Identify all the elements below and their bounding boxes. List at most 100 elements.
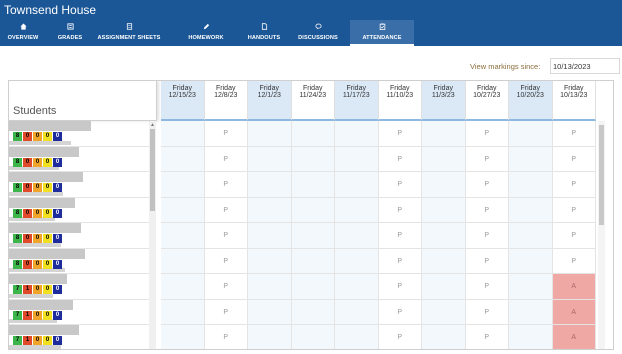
- attendance-cell[interactable]: P: [552, 121, 596, 147]
- tab-overview[interactable]: OVERVIEW: [0, 20, 46, 46]
- attendance-cell[interactable]: [248, 248, 292, 274]
- student-row[interactable]: 71000: [9, 299, 149, 325]
- attendance-cell[interactable]: P: [204, 121, 248, 147]
- attendance-cell[interactable]: P: [204, 274, 248, 300]
- attendance-cell[interactable]: [161, 299, 205, 325]
- attendance-cell[interactable]: [422, 299, 466, 325]
- attendance-cell[interactable]: [509, 325, 553, 349]
- attendance-cell[interactable]: [509, 146, 553, 172]
- attendance-cell[interactable]: P: [204, 223, 248, 249]
- scrollbar-thumb[interactable]: [150, 129, 155, 211]
- attendance-cell[interactable]: P: [378, 223, 422, 249]
- attendance-cell[interactable]: P: [378, 299, 422, 325]
- attendance-cell[interactable]: A: [552, 299, 596, 325]
- attendance-cell[interactable]: P: [204, 299, 248, 325]
- attendance-cell[interactable]: P: [205, 325, 248, 349]
- attendance-cell[interactable]: [335, 197, 379, 223]
- attendance-cell[interactable]: P: [465, 248, 509, 274]
- attendance-cell[interactable]: A: [552, 325, 596, 349]
- attendance-cell[interactable]: [161, 223, 205, 249]
- attendance-cell[interactable]: [161, 248, 205, 274]
- attendance-cell[interactable]: [248, 146, 292, 172]
- attendance-cell[interactable]: [161, 197, 205, 223]
- attendance-cell[interactable]: [335, 172, 379, 198]
- student-row[interactable]: 80000: [9, 172, 149, 198]
- attendance-cell[interactable]: P: [378, 248, 422, 274]
- attendance-cell[interactable]: [291, 248, 335, 274]
- attendance-cell[interactable]: [422, 172, 466, 198]
- attendance-cell[interactable]: [161, 121, 205, 147]
- attendance-cell[interactable]: [248, 172, 292, 198]
- tab-assignment-sheets[interactable]: ASSIGNMENT SHEETS: [94, 20, 164, 46]
- attendance-cell[interactable]: [509, 248, 553, 274]
- attendance-cell[interactable]: [422, 197, 466, 223]
- grid-scrollbar[interactable]: [598, 121, 605, 349]
- attendance-cell[interactable]: [248, 197, 292, 223]
- attendance-cell[interactable]: [248, 299, 292, 325]
- attendance-cell[interactable]: [291, 197, 335, 223]
- tab-homework[interactable]: HOMEWORK: [180, 20, 232, 46]
- attendance-cell[interactable]: P: [465, 197, 509, 223]
- attendance-cell[interactable]: [248, 325, 292, 349]
- attendance-cell[interactable]: [248, 274, 292, 300]
- student-row[interactable]: 71000: [9, 274, 149, 300]
- attendance-cell[interactable]: P: [552, 146, 596, 172]
- attendance-cell[interactable]: P: [378, 121, 422, 147]
- attendance-cell[interactable]: [291, 146, 335, 172]
- attendance-cell[interactable]: P: [204, 197, 248, 223]
- attendance-cell[interactable]: P: [465, 299, 509, 325]
- attendance-cell[interactable]: [335, 274, 379, 300]
- attendance-cell[interactable]: [509, 274, 553, 300]
- attendance-cell[interactable]: P: [378, 274, 422, 300]
- tab-handouts[interactable]: HANDOUTS: [240, 20, 288, 46]
- tab-discussions[interactable]: DISCUSSIONS: [292, 20, 344, 46]
- attendance-cell[interactable]: [291, 172, 335, 198]
- attendance-cell[interactable]: [509, 172, 553, 198]
- attendance-cell[interactable]: [291, 121, 335, 147]
- attendance-cell[interactable]: P: [378, 146, 422, 172]
- attendance-cell[interactable]: P: [465, 274, 509, 300]
- tab-grades[interactable]: GRADES: [50, 20, 90, 46]
- student-row[interactable]: 80000: [9, 248, 149, 274]
- attendance-cell[interactable]: P: [552, 248, 596, 274]
- student-row[interactable]: 80000: [9, 223, 149, 249]
- attendance-cell[interactable]: P: [552, 172, 596, 198]
- attendance-cell[interactable]: P: [204, 172, 248, 198]
- student-row[interactable]: 80000: [9, 197, 149, 223]
- attendance-cell[interactable]: P: [378, 197, 422, 223]
- attendance-cell[interactable]: P: [465, 172, 509, 198]
- student-row[interactable]: 80000: [9, 121, 149, 147]
- attendance-cell[interactable]: P: [379, 325, 422, 349]
- attendance-cell[interactable]: [291, 325, 335, 349]
- attendance-cell[interactable]: [335, 248, 379, 274]
- tab-attendance[interactable]: ATTENDANCE: [350, 20, 414, 46]
- student-row[interactable]: 71000: [9, 325, 149, 349]
- attendance-cell[interactable]: P: [465, 146, 509, 172]
- attendance-cell[interactable]: [335, 121, 379, 147]
- attendance-cell[interactable]: [161, 325, 205, 349]
- attendance-cell[interactable]: [248, 223, 292, 249]
- attendance-cell[interactable]: [335, 223, 379, 249]
- attendance-cell[interactable]: [422, 325, 466, 349]
- attendance-cell[interactable]: P: [552, 223, 596, 249]
- attendance-cell[interactable]: [335, 146, 379, 172]
- attendance-cell[interactable]: P: [465, 223, 509, 249]
- attendance-cell[interactable]: [161, 146, 205, 172]
- attendance-cell[interactable]: [509, 197, 553, 223]
- attendance-cell[interactable]: P: [204, 146, 248, 172]
- attendance-cell[interactable]: [248, 121, 292, 147]
- students-scrollbar[interactable]: ▲: [149, 121, 156, 349]
- attendance-cell[interactable]: A: [552, 274, 596, 300]
- attendance-cell[interactable]: P: [552, 197, 596, 223]
- attendance-cell[interactable]: [335, 325, 379, 349]
- attendance-cell[interactable]: P: [466, 325, 509, 349]
- attendance-cell[interactable]: [291, 299, 335, 325]
- attendance-cell[interactable]: [509, 299, 553, 325]
- view-markings-date-input[interactable]: [550, 58, 620, 74]
- attendance-cell[interactable]: [509, 121, 553, 147]
- attendance-cell[interactable]: [509, 223, 553, 249]
- attendance-cell[interactable]: [161, 274, 205, 300]
- attendance-cell[interactable]: [422, 121, 466, 147]
- attendance-cell[interactable]: P: [465, 121, 509, 147]
- attendance-cell[interactable]: P: [204, 248, 248, 274]
